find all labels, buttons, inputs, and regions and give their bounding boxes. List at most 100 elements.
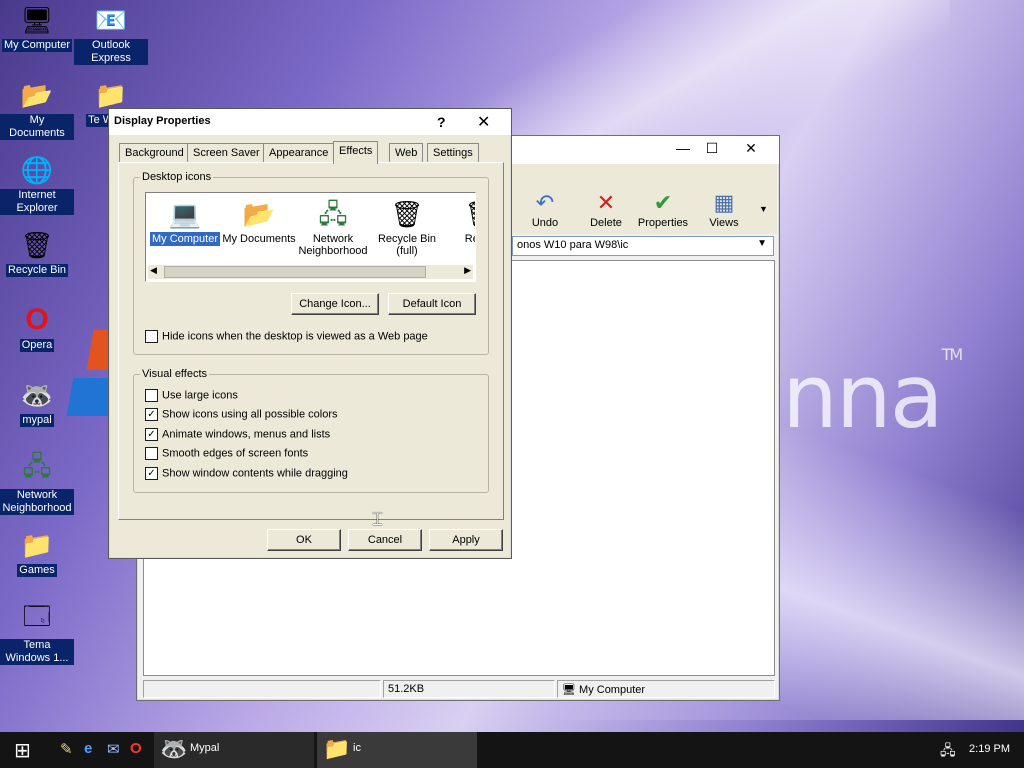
views-icon: ▦	[713, 190, 735, 215]
visual-effects-group: Visual effects Use large icons ✓ Show ico…	[133, 368, 489, 493]
tab-settings[interactable]: Settings	[427, 143, 479, 163]
ok-button[interactable]: OK	[267, 529, 341, 551]
list-item[interactable]: 🗑 Recycle Bin (full)	[370, 195, 444, 257]
delete-button[interactable]: ✕ Delete	[579, 189, 633, 229]
desktop-icon-list[interactable]: 💻 My Computer 📂 My Documents 🖧 Network N…	[145, 192, 476, 282]
help-button[interactable]: ?	[437, 114, 446, 130]
show-icons-all-colors-checkbox[interactable]: ✓ Show icons using all possible colors	[145, 408, 337, 421]
delete-icon: ✕	[596, 190, 616, 215]
tab-background[interactable]: Background	[119, 143, 190, 163]
desktop-icon-games[interactable]: 📁 Games	[0, 528, 74, 577]
checkmark-icon[interactable]: ✓	[145, 467, 158, 480]
clock[interactable]: 2:19 PM	[969, 743, 1010, 755]
desktop-icon-internet-explorer[interactable]: 🌐 Internet Explorer	[0, 153, 74, 215]
folder-icon: 📁	[20, 529, 54, 560]
theme-file-icon: 🗔	[22, 601, 52, 631]
horizontal-scrollbar[interactable]: ◀ ▶	[148, 265, 473, 279]
views-dropdown-arrow-icon[interactable]: ▼	[759, 204, 768, 214]
desktop-icons-group: Desktop icons 💻 My Computer 📂 My Documen…	[133, 171, 489, 355]
smooth-edges-checkbox[interactable]: Smooth edges of screen fonts	[145, 447, 308, 460]
tab-effects[interactable]: Effects	[333, 141, 379, 164]
default-icon-button[interactable]: Default Icon	[388, 293, 476, 315]
show-desktop-icon[interactable]: ✎	[60, 740, 73, 758]
cancel-button[interactable]: Cancel	[348, 529, 422, 551]
desktop-icon-network-neighborhood[interactable]: 🖧 Network Neighborhood	[0, 451, 74, 515]
computer-icon: 🖥	[20, 4, 54, 35]
opera-icon[interactable]: O	[130, 740, 142, 757]
properties-icon: ✔	[653, 190, 673, 215]
computer-icon: 💻	[168, 199, 202, 229]
change-icon-button[interactable]: Change Icon...	[291, 293, 379, 315]
taskbar-item-mypal[interactable]: 🦝 Mypal	[154, 732, 314, 768]
desktop-icon-my-computer[interactable]: 🖥 My Computer	[0, 3, 74, 52]
status-location: 🖥 My Computer	[557, 680, 775, 698]
dialog-title-bar[interactable]: Display Properties ? ✕	[109, 109, 511, 135]
views-button[interactable]: ▦ Views	[697, 189, 751, 229]
mouse-cursor-icon: ⌶	[372, 509, 383, 529]
network-icon: 🖧	[318, 199, 348, 229]
outlook-express-icon: 📧	[94, 4, 128, 35]
network-tray-icon[interactable]: 🖧	[940, 740, 956, 764]
list-item[interactable]: 🖧 Network Neighborhood	[296, 195, 370, 257]
mypal-icon: 🦝	[20, 379, 54, 410]
tab-web[interactable]: Web	[389, 143, 424, 163]
show-window-contents-checkbox[interactable]: ✓ Show window contents while dragging	[145, 467, 348, 480]
scrollbar-thumb[interactable]	[164, 266, 426, 278]
recycle-bin-icon: 🗑	[390, 199, 424, 229]
network-icon: 🖧	[22, 451, 52, 481]
tab-appearance[interactable]: Appearance	[263, 143, 335, 163]
recycle-bin-icon: 🗑	[20, 229, 54, 260]
status-bar: 51.2KB 🖥 My Computer	[143, 680, 775, 698]
mypal-icon: 🦝	[160, 736, 188, 761]
effects-tab-panel: Desktop icons 💻 My Computer 📂 My Documen…	[118, 162, 504, 520]
animate-windows-checkbox[interactable]: ✓ Animate windows, menus and lists	[145, 428, 330, 441]
status-panel	[143, 680, 381, 698]
scroll-right-icon[interactable]: ▶	[464, 265, 471, 276]
checkbox-box[interactable]	[145, 389, 158, 402]
documents-folder-icon: 📂	[242, 199, 276, 229]
apply-button[interactable]: Apply	[429, 529, 503, 551]
explorer-toolbar: ↶ Undo ✕ Delete ✔ Properties ▦ Views ▼	[512, 164, 777, 234]
close-button[interactable]: ✕	[477, 112, 490, 132]
list-item[interactable]: 📂 My Documents	[222, 195, 296, 245]
desktop-icon-outlook-express[interactable]: 📧 Outlook Express	[74, 3, 148, 65]
desktop-icon-my-documents[interactable]: 📂 My Documents	[0, 78, 74, 140]
taskbar: ⊞ ✎ e ✉ O 🦝 Mypal 📁 ic 🖧 2:19 PM	[0, 732, 1024, 768]
address-bar[interactable]: onos W10 para W98\ic ▼	[512, 236, 774, 256]
scroll-left-icon[interactable]: ◀	[150, 265, 157, 276]
status-size: 51.2KB	[383, 680, 555, 698]
opera-icon: O	[25, 303, 49, 336]
checkmark-icon[interactable]: ✓	[145, 428, 158, 441]
internet-explorer-icon[interactable]: e	[84, 740, 92, 757]
desktop-icon-recycle-bin[interactable]: 🗑 Recycle Bin	[0, 228, 74, 277]
internet-explorer-icon: 🌐	[20, 154, 54, 185]
tab-screen-saver[interactable]: Screen Saver	[187, 143, 266, 163]
undo-button[interactable]: ↶ Undo	[518, 189, 572, 229]
desktop-icon-tema-windows[interactable]: 🗔 Tema Windows 1...	[0, 601, 74, 665]
recycle-bin-icon: 🗑	[444, 195, 475, 233]
outlook-express-icon[interactable]: ✉	[107, 740, 120, 758]
display-properties-dialog[interactable]: Display Properties ? ✕ Background Screen…	[108, 108, 512, 559]
checkbox-box[interactable]	[145, 447, 158, 460]
undo-icon: ↶	[535, 190, 555, 215]
checkmark-icon[interactable]: ✓	[145, 408, 158, 421]
taskbar-item-ic[interactable]: 📁 ic	[317, 732, 477, 768]
start-button[interactable]: ⊞	[14, 738, 31, 763]
documents-folder-icon: 📂	[20, 79, 54, 110]
checkbox-box[interactable]	[145, 330, 158, 343]
maximize-button[interactable]: ☐	[700, 140, 724, 157]
folder-icon: 📁	[94, 79, 128, 110]
use-large-icons-checkbox[interactable]: Use large icons	[145, 389, 238, 402]
close-button[interactable]: ✕	[739, 140, 763, 157]
hide-icons-checkbox[interactable]: Hide icons when the desktop is viewed as…	[145, 330, 428, 343]
folder-icon: 📁	[323, 736, 351, 761]
chevron-down-icon[interactable]: ▼	[757, 238, 767, 249]
dialog-title: Display Properties	[114, 115, 211, 127]
computer-icon: 🖥	[562, 684, 576, 696]
desktop-icon-opera[interactable]: O Opera	[0, 303, 74, 352]
list-item[interactable]: 🗑 Rec (e	[444, 195, 475, 245]
minimize-button[interactable]: —	[671, 140, 695, 156]
desktop-icon-mypal[interactable]: 🦝 mypal	[0, 378, 74, 427]
list-item[interactable]: 💻 My Computer	[148, 195, 222, 246]
properties-button[interactable]: ✔ Properties	[636, 189, 690, 229]
